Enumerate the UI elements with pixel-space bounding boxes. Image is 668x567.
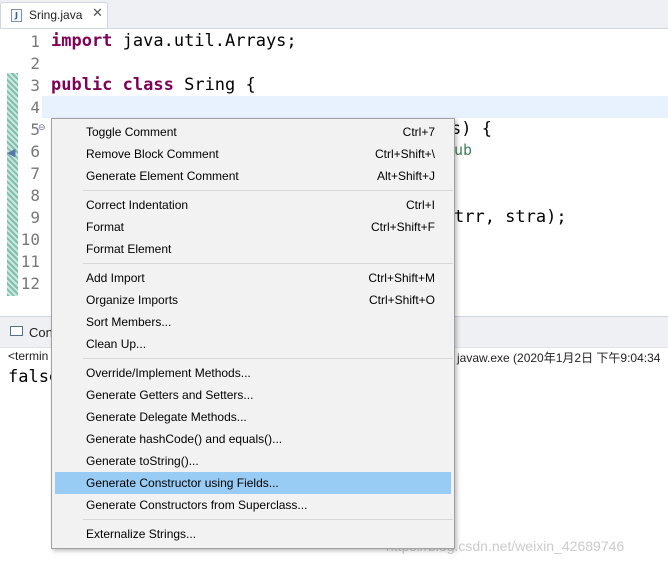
menu-item-toggle-comment[interactable]: Toggle Comment Ctrl+7	[55, 121, 451, 143]
menu-item-shortcut: Ctrl+I	[405, 198, 435, 212]
menu-separator	[83, 190, 453, 191]
editor-tab-title: Sring.java	[29, 8, 83, 22]
menu-item-label: Format Element	[86, 242, 172, 256]
menu-separator	[83, 358, 453, 359]
java-file-icon: J	[11, 9, 22, 22]
menu-item-shortcut: Ctrl+Shift+F	[370, 220, 435, 234]
menu-item-override-implement-methods[interactable]: Override/Implement Methods...	[55, 362, 451, 384]
editor-tab-bar: J Sring.java ✕	[0, 0, 668, 29]
code-line-9-fragment: trr, stra);	[454, 207, 567, 227]
warning-marker-icon: ◀	[7, 146, 16, 159]
menu-item-generate-element-comment[interactable]: Generate Element Comment Alt+Shift+J	[55, 165, 451, 187]
menu-item-shortcut: Ctrl+Shift+O	[368, 293, 435, 307]
menu-item-label: Generate Element Comment	[86, 169, 239, 183]
menu-item-shortcut: Alt+Shift+J	[376, 169, 435, 183]
line-number: 2	[30, 54, 40, 73]
console-tab-label[interactable]: Con	[29, 325, 53, 340]
menu-item-label: Generate Constructor using Fields...	[86, 476, 279, 490]
code-line-5-fragment: s) {	[451, 119, 492, 139]
code-line-6-fragment: ub	[454, 141, 473, 159]
menu-item-generate-constructors-from-superclass[interactable]: Generate Constructors from Superclass...	[55, 494, 451, 516]
menu-item-format-element[interactable]: Format Element	[55, 238, 451, 260]
menu-item-label: Correct Indentation	[86, 198, 189, 212]
menu-item-format[interactable]: Format Ctrl+Shift+F	[55, 216, 451, 238]
code-line-1: import java.util.Arrays;	[51, 31, 297, 51]
menu-item-externalize-strings[interactable]: Externalize Strings...	[55, 523, 451, 545]
menu-item-label: Clean Up...	[86, 337, 147, 351]
menu-item-label: Externalize Strings...	[86, 527, 197, 541]
line-number: 4	[30, 98, 40, 117]
menu-item-generate-delegate-methods[interactable]: Generate Delegate Methods...	[55, 406, 451, 428]
console-process-description: <termin	[8, 349, 49, 363]
line-number: 7	[30, 164, 40, 183]
line-number: 6	[30, 142, 40, 161]
menu-item-shortcut: Ctrl+Shift+\	[374, 147, 435, 161]
menu-item-generate-hashcode-equals[interactable]: Generate hashCode() and equals()...	[55, 428, 451, 450]
console-icon	[10, 326, 23, 336]
line-number: 11	[20, 252, 40, 271]
line-number: 9	[30, 208, 40, 227]
fold-collapse-icon[interactable]: ⊖	[38, 123, 46, 133]
close-icon[interactable]: ✕	[92, 6, 103, 21]
menu-item-clean-up[interactable]: Clean Up...	[55, 333, 451, 355]
current-line-highlight	[42, 96, 668, 118]
code-keyword: class	[122, 75, 174, 95]
menu-item-correct-indentation[interactable]: Correct Indentation Ctrl+I	[55, 194, 451, 216]
editor-tab-sring-java[interactable]: J Sring.java ✕	[0, 2, 108, 28]
menu-item-label: Format	[86, 220, 125, 234]
menu-item-label: Override/Implement Methods...	[86, 366, 251, 380]
menu-item-label: Add Import	[86, 271, 145, 285]
menu-item-generate-tostring[interactable]: Generate toString()...	[55, 450, 451, 472]
menu-item-add-import[interactable]: Add Import Ctrl+Shift+M	[55, 267, 451, 289]
menu-item-label: Organize Imports	[86, 293, 179, 307]
menu-item-generate-getters-setters[interactable]: Generate Getters and Setters...	[55, 384, 451, 406]
line-number: 1	[30, 32, 40, 51]
menu-item-generate-constructor-using-fields[interactable]: Generate Constructor using Fields...	[55, 472, 451, 494]
menu-item-label: Generate toString()...	[86, 454, 199, 468]
menu-item-label: Generate Constructors from Superclass...	[86, 498, 308, 512]
menu-item-sort-members[interactable]: Sort Members...	[55, 311, 451, 333]
menu-separator	[83, 519, 453, 520]
menu-item-shortcut: Ctrl+7	[402, 125, 435, 139]
source-context-menu: Toggle Comment Ctrl+7 Remove Block Comme…	[51, 118, 455, 549]
line-number: 3	[30, 76, 40, 95]
menu-item-label: Toggle Comment	[86, 125, 177, 139]
menu-item-label: Generate hashCode() and equals()...	[86, 432, 283, 446]
line-number: 10	[20, 230, 40, 249]
console-process-path: javaw.exe (2020年1月2日 下午9:04:34	[457, 351, 661, 365]
menu-item-label: Generate Delegate Methods...	[86, 410, 247, 424]
code-keyword: public	[51, 75, 113, 95]
menu-item-organize-imports[interactable]: Organize Imports Ctrl+Shift+O	[55, 289, 451, 311]
menu-item-label: Remove Block Comment	[86, 147, 219, 161]
code-line-3: public class Sring {	[51, 75, 256, 95]
line-number: 8	[30, 186, 40, 205]
menu-item-label: Generate Getters and Setters...	[86, 388, 254, 402]
code-keyword: import	[51, 31, 113, 51]
code-text: Sring {	[173, 75, 256, 95]
change-marker-bar	[7, 73, 18, 296]
code-text: java.util.Arrays;	[112, 31, 297, 51]
menu-item-label: Sort Members...	[86, 315, 172, 329]
line-number: 5	[30, 120, 40, 139]
menu-item-shortcut: Ctrl+Shift+M	[368, 271, 435, 285]
menu-separator	[83, 263, 453, 264]
line-number: 12	[20, 274, 40, 293]
menu-item-remove-block-comment[interactable]: Remove Block Comment Ctrl+Shift+\	[55, 143, 451, 165]
